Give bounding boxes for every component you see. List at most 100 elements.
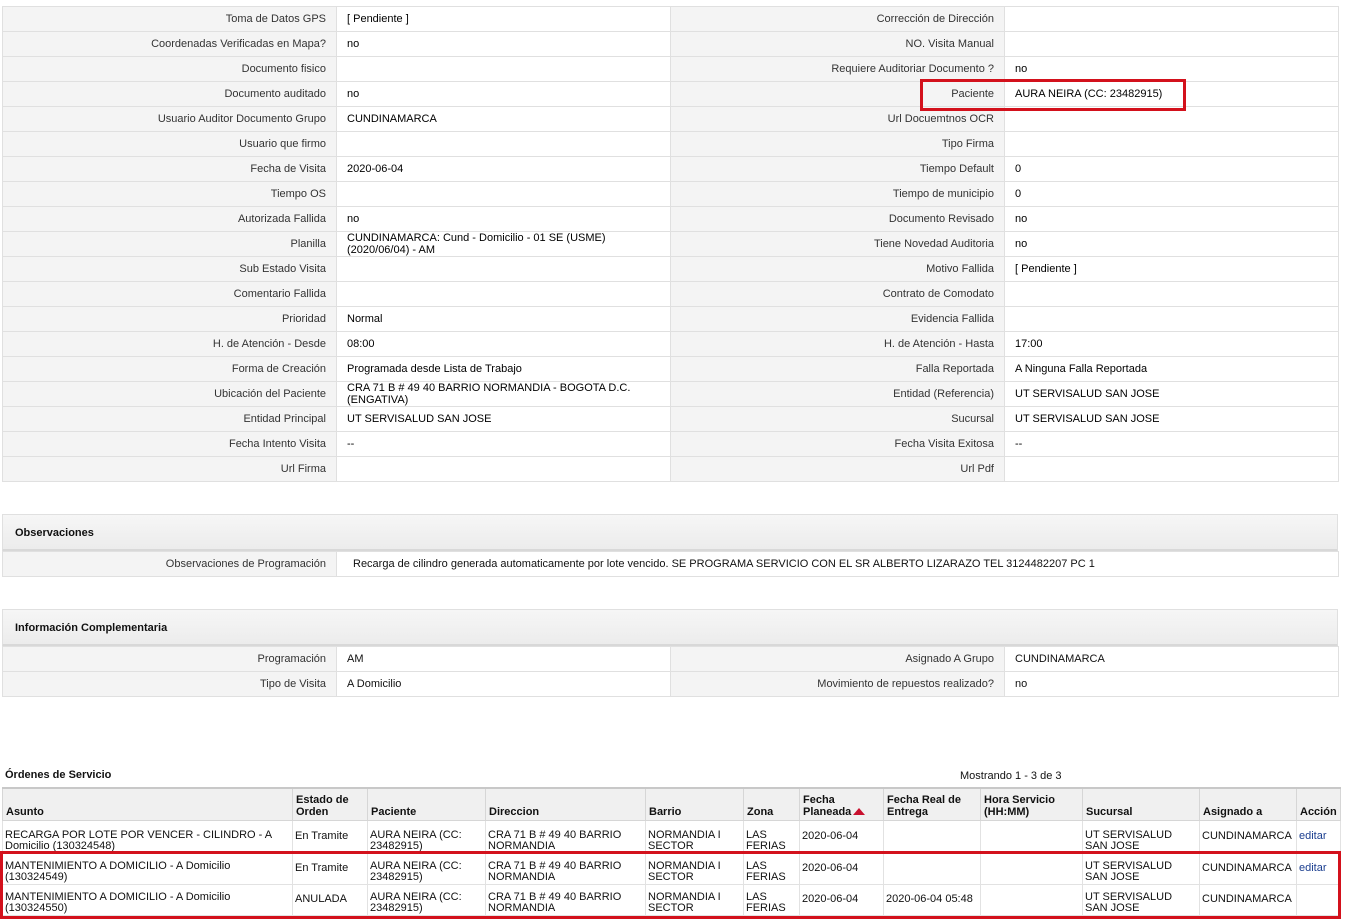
order-fecha-planeada-cell: 2020-06-04 xyxy=(799,883,884,916)
order-paciente-cell: AURA NEIRA (CC: 23482915) xyxy=(367,883,486,916)
column-header-accion[interactable]: Acción xyxy=(1296,787,1341,821)
detail-row: Usuario Auditor Documento Grupo CUNDINAMA… xyxy=(2,106,1339,132)
order-accion-cell: editar xyxy=(1296,819,1341,854)
documento-fisico-value xyxy=(336,56,671,82)
prioridad-value: Normal xyxy=(336,306,671,332)
url-docuemtnos-ocr-value xyxy=(1004,106,1339,132)
ubicacion-del-paciente-label: Ubicación del Paciente xyxy=(2,381,337,407)
column-header-label: Hora Servicio (HH:MM) xyxy=(984,793,1055,818)
programacion-value: AM xyxy=(336,646,671,672)
asignado-a-grupo-value: CUNDINAMARCA xyxy=(1004,646,1339,672)
autorizada-fallida-label: Autorizada Fallida xyxy=(2,206,337,232)
no-visita-manual-value xyxy=(1004,31,1339,57)
column-header-sucursal[interactable]: Sucursal xyxy=(1082,787,1200,821)
documento-fisico-label: Documento fisico xyxy=(2,56,337,82)
sort-ascending-icon[interactable] xyxy=(853,808,866,816)
edit-order-link[interactable]: editar xyxy=(1299,830,1327,842)
movimiento-de-repuestos-realizado-label: Movimiento de repuestos realizado? xyxy=(670,671,1005,697)
orders-title: Órdenes de Servicio xyxy=(5,769,112,781)
coordenadas-verificadas-en-mapa-label: Coordenadas Verificadas en Mapa? xyxy=(2,31,337,57)
h-de-atencion-hasta-value: 17:00 xyxy=(1004,331,1339,357)
paciente-label: Paciente xyxy=(670,81,1005,107)
order-barrio-cell: NORMANDIA I SECTOR xyxy=(645,883,744,916)
fecha-visita-exitosa-label: Fecha Visita Exitosa xyxy=(670,431,1005,457)
order-zona-cell: LAS FERIAS xyxy=(743,819,800,854)
orders-table: Asunto Estado de Orden Paciente Direccion Ba… xyxy=(2,787,1341,916)
order-barrio-cell: NORMANDIA I SECTOR xyxy=(645,852,744,885)
asignado-a-grupo-label: Asignado A Grupo xyxy=(670,646,1005,672)
order-direccion-cell: CRA 71 B # 49 40 BARRIO NORMANDIA xyxy=(485,883,646,916)
column-header-paciente[interactable]: Paciente xyxy=(367,787,486,821)
column-header-fecha-real-de-entrega[interactable]: Fecha Real de Entrega xyxy=(883,787,981,821)
url-firma-value xyxy=(336,456,671,482)
order-paciente-cell: AURA NEIRA (CC: 23482915) xyxy=(367,852,486,885)
column-header-asignado-a[interactable]: Asignado a xyxy=(1199,787,1297,821)
fecha-de-visita-value: 2020-06-04 xyxy=(336,156,671,182)
url-docuemtnos-ocr-label: Url Docuemtnos OCR xyxy=(670,106,1005,132)
documento-auditado-label: Documento auditado xyxy=(2,81,337,107)
order-fecha-real-cell xyxy=(883,852,981,885)
falla-reportada-value: A Ninguna Falla Reportada xyxy=(1004,356,1339,382)
usuario-que-firmo-value xyxy=(336,131,671,157)
column-header-fecha-planeada[interactable]: Fecha Planeada xyxy=(799,787,884,821)
fecha-de-visita-label: Fecha de Visita xyxy=(2,156,337,182)
column-header-asunto[interactable]: Asunto xyxy=(2,787,293,821)
order-paciente-cell: AURA NEIRA (CC: 23482915) xyxy=(367,819,486,854)
contrato-de-comodato-label: Contrato de Comodato xyxy=(670,281,1005,307)
detail-row: Tiempo OS Tiempo de municipio 0 xyxy=(2,181,1339,207)
sucursal-value: UT SERVISALUD SAN JOSE xyxy=(1004,406,1339,432)
tipo-de-visita-label: Tipo de Visita xyxy=(2,671,337,697)
contrato-de-comodato-value xyxy=(1004,281,1339,307)
column-header-barrio[interactable]: Barrio xyxy=(645,787,744,821)
url-firma-label: Url Firma xyxy=(2,456,337,482)
detail-row: Documento auditado no Paciente AURA NEIRA … xyxy=(2,81,1339,107)
detail-row: Ubicación del Paciente CRA 71 B # 49 40 B… xyxy=(2,381,1339,407)
order-row: RECARGA POR LOTE POR VENCER - CILINDRO -… xyxy=(2,819,1341,854)
order-hora-cell xyxy=(980,852,1083,885)
h-de-atencion-desde-label: H. de Atención - Desde xyxy=(2,331,337,357)
detail-row: H. de Atención - Desde 08:00 H. de Atenció… xyxy=(2,331,1339,357)
correccion-de-direccion-value xyxy=(1004,6,1339,32)
detail-row: Fecha de Visita 2020-06-04 Tiempo Default… xyxy=(2,156,1339,182)
tiempo-default-label: Tiempo Default xyxy=(670,156,1005,182)
h-de-atencion-hasta-label: H. de Atención - Hasta xyxy=(670,331,1005,357)
autorizada-fallida-value: no xyxy=(336,206,671,232)
order-asignado-cell: CUNDINAMARCA xyxy=(1199,883,1297,916)
tipo-firma-value xyxy=(1004,131,1339,157)
detail-row: Url Firma Url Pdf xyxy=(2,456,1339,482)
motivo-fallida-label: Motivo Fallida xyxy=(670,256,1005,282)
comentario-fallida-label: Comentario Fallida xyxy=(2,281,337,307)
observaciones-value: Recarga de cilindro generada automaticam… xyxy=(336,551,1339,577)
planilla-value: CUNDINAMARCA: Cund - Domicilio - 01 SE (… xyxy=(336,231,671,257)
order-estado-cell: En Tramite xyxy=(292,852,368,885)
info-row: Programación AM Asignado A Grupo CUNDINAMAR… xyxy=(2,646,1339,672)
ubicacion-del-paciente-value: CRA 71 B # 49 40 BARRIO NORMANDIA - BOGO… xyxy=(336,381,671,407)
order-estado-cell: ANULADA xyxy=(292,883,368,916)
column-header-hora-servicio-hh-mm[interactable]: Hora Servicio (HH:MM) xyxy=(980,787,1083,821)
tipo-firma-label: Tipo Firma xyxy=(670,131,1005,157)
forma-de-creacion-label: Forma de Creación xyxy=(2,356,337,382)
order-sucursal-cell: UT SERVISALUD SAN JOSE xyxy=(1082,883,1200,916)
url-pdf-value xyxy=(1004,456,1339,482)
column-header-zona[interactable]: Zona xyxy=(743,787,800,821)
edit-order-link[interactable]: editar xyxy=(1299,862,1327,874)
order-row: MANTENIMIENTO A DOMICILIO - A Domicilio … xyxy=(2,883,1341,916)
toma-de-datos-gps-label: Toma de Datos GPS xyxy=(2,6,337,32)
column-header-direccion[interactable]: Direccion xyxy=(485,787,646,821)
entidad-principal-value: UT SERVISALUD SAN JOSE xyxy=(336,406,671,432)
fecha-intento-visita-label: Fecha Intento Visita xyxy=(2,431,337,457)
documento-auditado-value: no xyxy=(336,81,671,107)
tiene-novedad-auditoria-value: no xyxy=(1004,231,1339,257)
fecha-intento-visita-value: -- xyxy=(336,431,671,457)
info-complementaria-header: Información Complementaria xyxy=(2,609,1338,647)
correccion-de-direccion-label: Corrección de Dirección xyxy=(670,6,1005,32)
column-header-estado-de-orden[interactable]: Estado de Orden xyxy=(292,787,368,821)
url-pdf-label: Url Pdf xyxy=(670,456,1005,482)
detail-row: Documento fisico Requiere Auditoriar Docu… xyxy=(2,56,1339,82)
order-hora-cell xyxy=(980,883,1083,916)
order-fecha-real-cell: 2020-06-04 05:48 xyxy=(883,883,981,916)
detail-row: Coordenadas Verificadas en Mapa? no NO. V… xyxy=(2,31,1339,57)
order-zona-cell: LAS FERIAS xyxy=(743,852,800,885)
order-accion-cell xyxy=(1296,883,1341,916)
column-header-label: Asunto xyxy=(6,805,44,818)
